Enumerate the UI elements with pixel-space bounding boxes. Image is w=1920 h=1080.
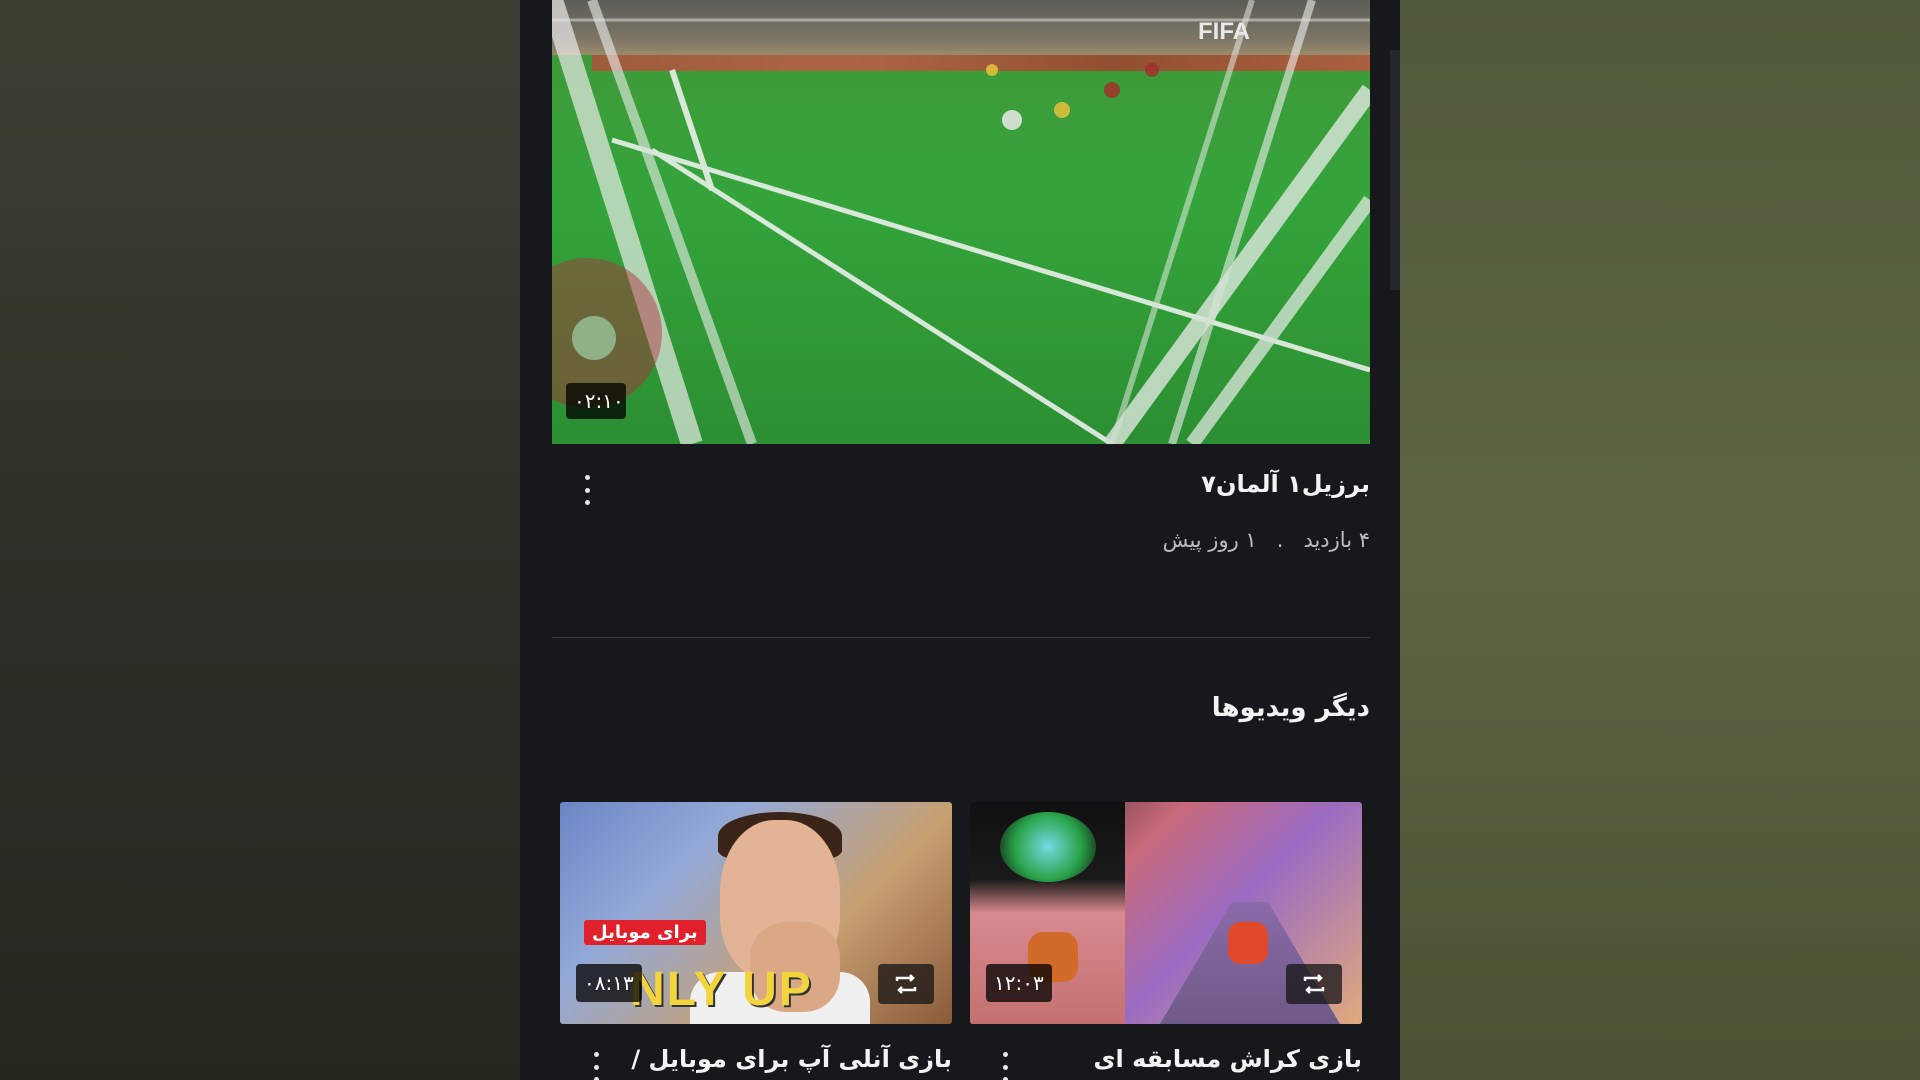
video-title[interactable]: بازی کراش مسابقه ای [1094,1045,1363,1073]
featured-video-meta: ۴ بازدید . ۱ روز پیش [1163,528,1370,552]
background-left [0,0,520,1080]
video-title[interactable]: بازی آنلی آپ برای موبایل / [631,1045,952,1073]
scrollbar[interactable] [1390,50,1400,290]
featured-video-thumbnail[interactable]: FIFA ۰۲:۱۰ [552,0,1370,444]
more-vertical-icon[interactable] [995,1052,1015,1080]
repeat-icon[interactable] [1286,964,1342,1004]
background-right [1400,0,1920,1080]
duration-badge: ۰۸:۱۳ [576,964,642,1002]
mobile-badge: برای موبایل [584,920,706,945]
divider [552,637,1370,638]
goal-net-image [552,0,1370,444]
duration-badge: ۱۲:۰۳ [986,964,1052,1002]
thumbnail-text: NLY UP [630,963,813,1016]
more-vertical-icon[interactable] [577,475,597,505]
more-vertical-icon[interactable] [586,1052,606,1080]
meta-separator: . [1276,528,1284,552]
video-thumbnail[interactable]: NLY UP برای موبایل ۰۸:۱۳ [560,802,952,1024]
app-screen: FIFA ۰۲:۱۰ برزیل۱ آلمان۷ ۴ بازدید . ۱ رو… [520,0,1400,1080]
upload-age: ۱ روز پیش [1162,528,1257,552]
duration-badge: ۰۲:۱۰ [566,383,626,419]
thumbnail-art [1228,922,1268,964]
thumbnail-art [1000,812,1096,882]
section-title: دیگر ویدیوها [1211,693,1370,723]
repeat-icon[interactable] [878,964,934,1004]
video-thumbnail[interactable]: ۱۲:۰۳ [970,802,1362,1024]
view-count: ۴ بازدید [1303,528,1370,552]
fifa-watermark: FIFA [1198,18,1250,45]
touch-indicator-dot [572,316,616,360]
featured-video-title[interactable]: برزیل۱ آلمان۷ [1201,470,1370,498]
